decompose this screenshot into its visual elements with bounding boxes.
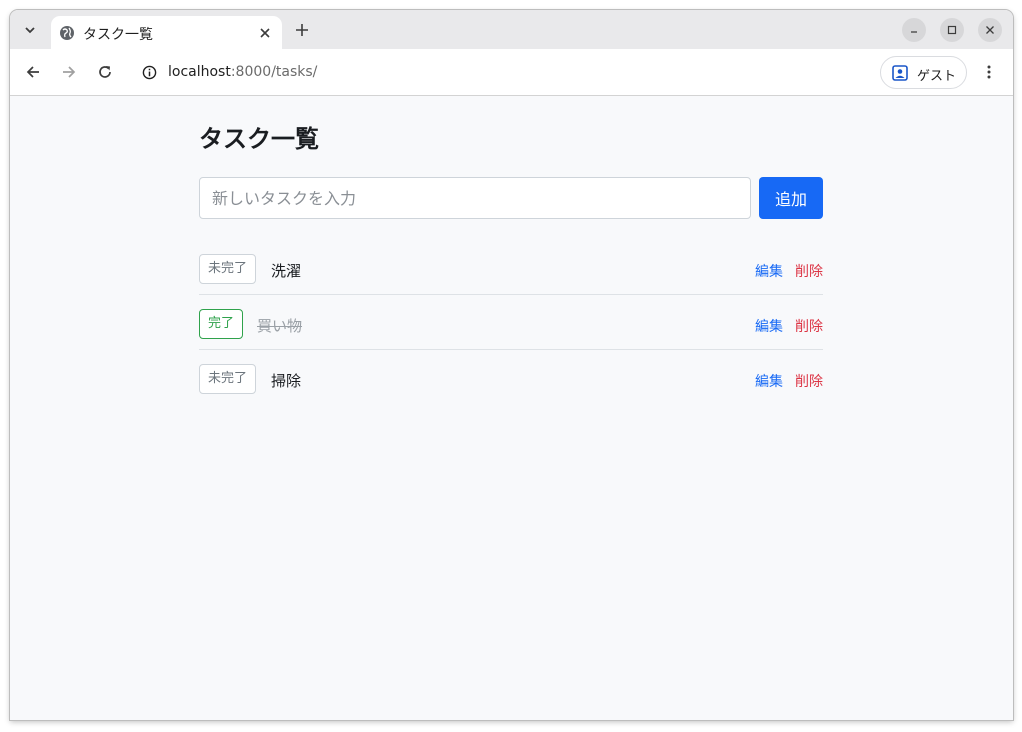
task-row: 未完了 洗濯 編集 削除	[199, 240, 823, 295]
close-window-button[interactable]	[978, 18, 1002, 42]
tab-strip: タスク一覧	[10, 10, 1013, 50]
delete-link[interactable]: 削除	[795, 371, 823, 391]
more-vert-icon	[987, 65, 991, 79]
edit-link[interactable]: 編集	[755, 316, 783, 336]
tab-active[interactable]: タスク一覧	[51, 16, 282, 50]
tab-search-button[interactable]	[19, 19, 41, 41]
profile-icon	[892, 65, 908, 81]
edit-link[interactable]: 編集	[755, 261, 783, 281]
delete-link[interactable]: 削除	[795, 261, 823, 281]
chevron-down-icon	[25, 27, 35, 34]
page-title: タスク一覧	[199, 125, 319, 153]
status-toggle-button[interactable]: 未完了	[199, 364, 257, 394]
status-toggle-button[interactable]: 完了	[199, 309, 244, 339]
status-toggle-button[interactable]: 未完了	[199, 254, 257, 284]
task-row: 未完了 掃除 編集 削除	[199, 350, 823, 405]
task-list: 未完了 洗濯 編集 削除 完了 買い物 編集 削除 未完了 掃除 編集 削除	[199, 240, 823, 405]
delete-link[interactable]: 削除	[795, 316, 823, 336]
maximize-icon	[947, 25, 957, 35]
tab-close-button[interactable]	[256, 24, 274, 42]
plus-icon	[296, 24, 308, 36]
url-host: localhost	[168, 64, 231, 80]
browser-toolbar: localhost:8000/tasks/ ゲスト	[10, 49, 1013, 96]
address-bar[interactable]: localhost:8000/tasks/	[130, 55, 870, 90]
new-tab-button[interactable]	[291, 19, 313, 41]
browser-window: タスク一覧 localhost:8000/tasks/ ゲスト タスク一覧 新し…	[10, 10, 1013, 720]
reload-icon	[99, 66, 111, 78]
profile-button[interactable]: ゲスト	[880, 56, 967, 89]
add-task-button[interactable]: 追加	[759, 177, 823, 219]
close-icon	[260, 28, 270, 38]
edit-link[interactable]: 編集	[755, 371, 783, 391]
profile-label: ゲスト	[917, 69, 957, 84]
forward-arrow-icon	[63, 66, 76, 78]
url-path: :8000/tasks/	[230, 64, 318, 80]
globe-icon	[60, 26, 74, 40]
minimize-button[interactable]	[902, 18, 926, 42]
minimize-icon	[911, 31, 917, 33]
forward-button[interactable]	[58, 61, 80, 83]
tab-title: タスク一覧	[83, 27, 153, 43]
info-icon[interactable]	[142, 65, 157, 80]
url-text: localhost:8000/tasks/	[168, 64, 317, 80]
task-name: 買い物	[257, 317, 303, 335]
close-icon	[986, 26, 994, 34]
maximize-button[interactable]	[940, 18, 964, 42]
back-arrow-icon	[26, 66, 39, 78]
browser-menu-button[interactable]	[979, 61, 999, 83]
task-row: 完了 買い物 編集 削除	[199, 295, 823, 350]
back-button[interactable]	[22, 61, 44, 83]
reload-button[interactable]	[94, 61, 116, 83]
page-content: タスク一覧 追加 未完了 洗濯 編集 削除 完了 買い物 編集 削除 未完了	[10, 97, 1013, 720]
task-name: 掃除	[271, 372, 302, 390]
new-task-input[interactable]	[199, 177, 751, 219]
task-name: 洗濯	[271, 262, 302, 280]
